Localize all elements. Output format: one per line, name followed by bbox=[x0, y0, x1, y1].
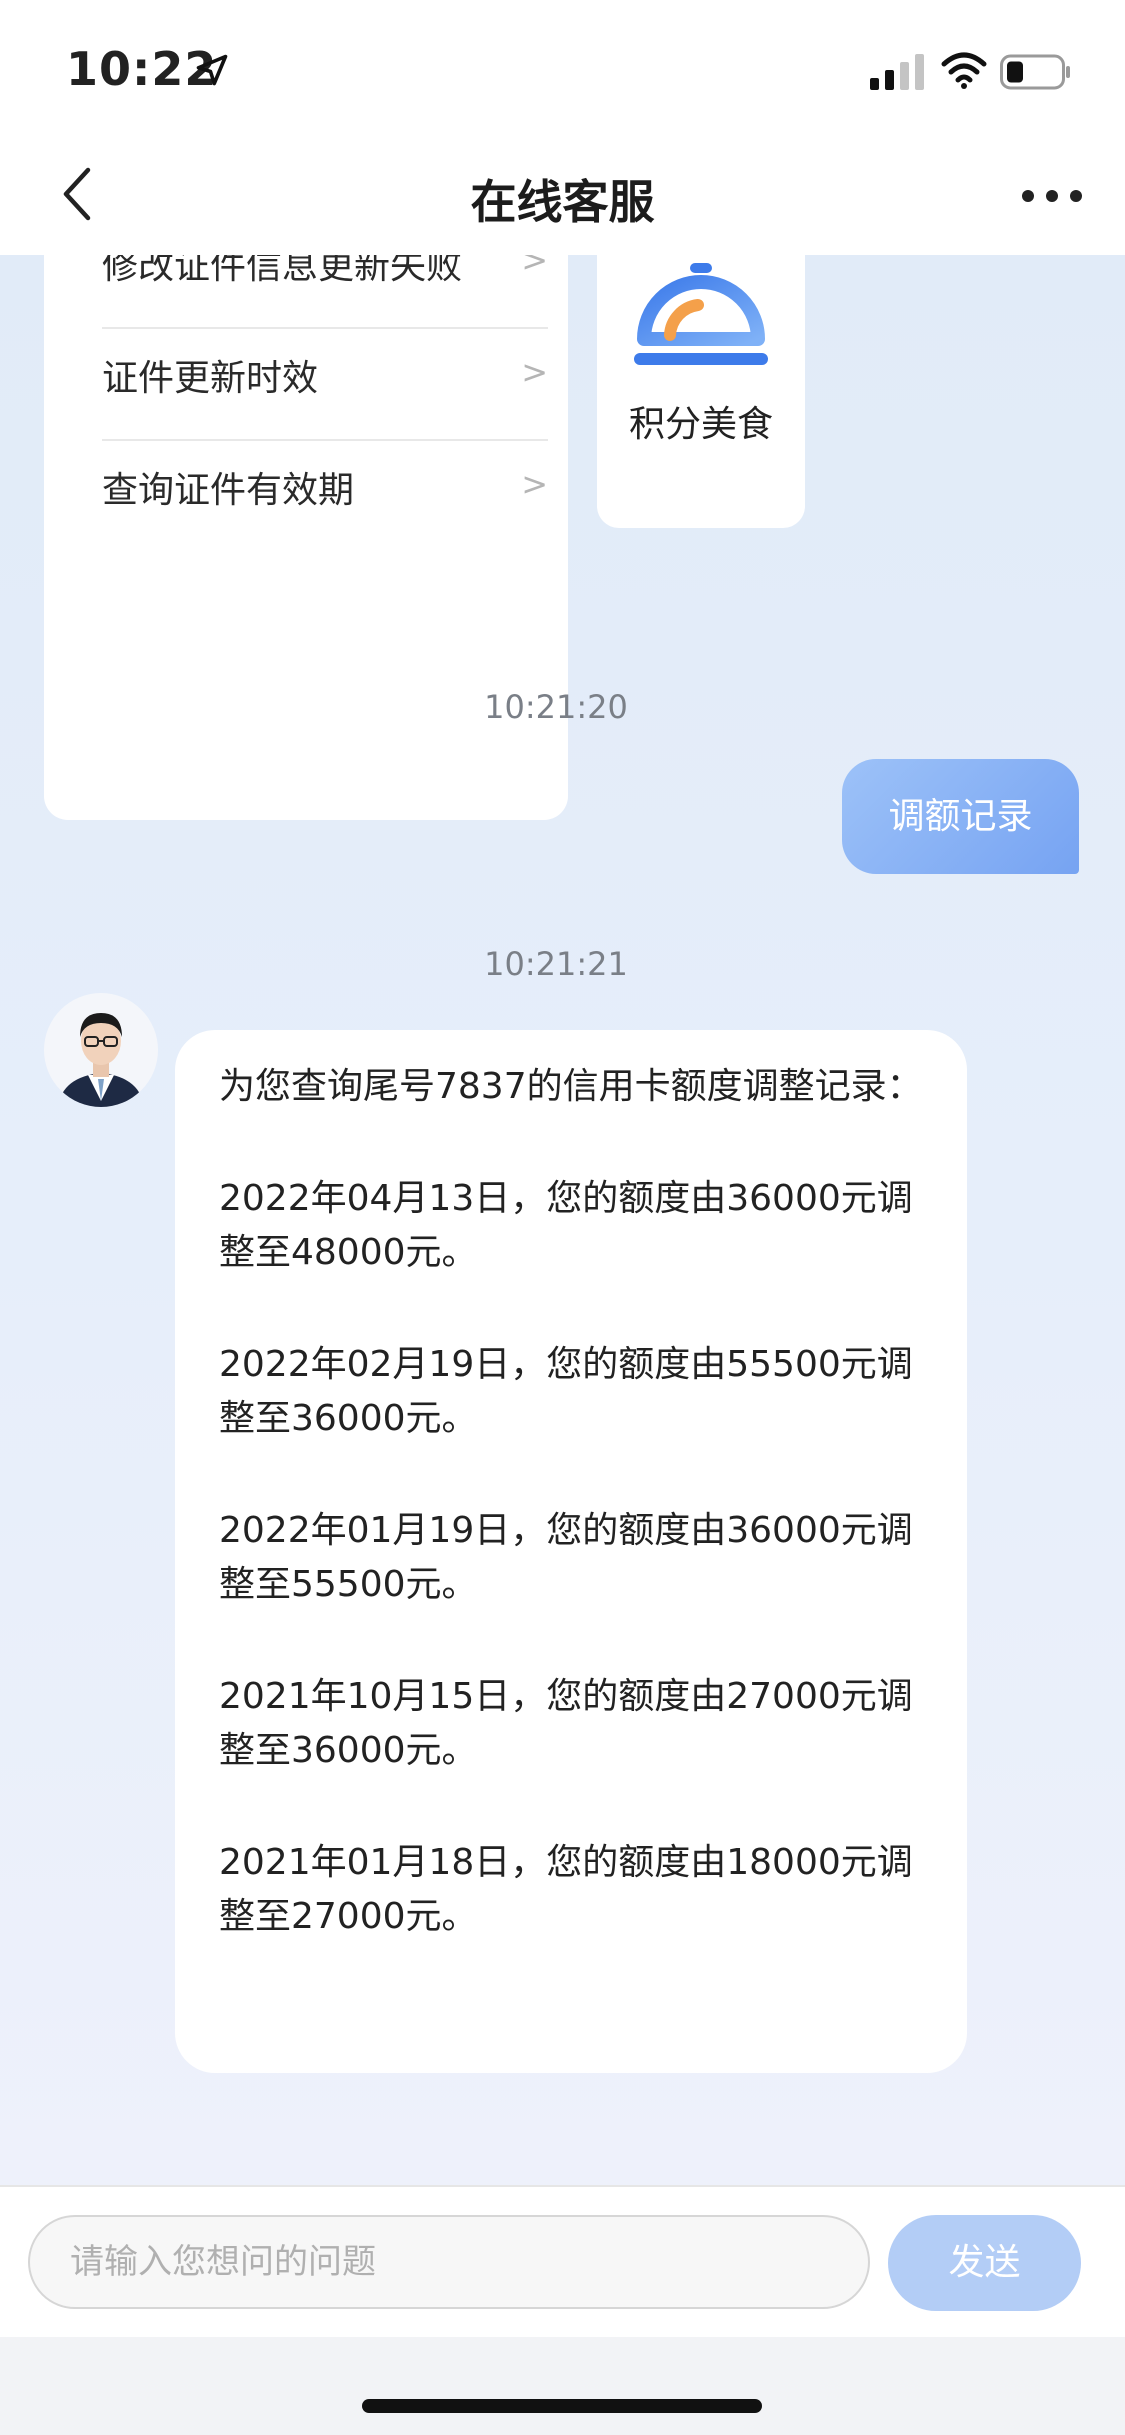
page-title: 在线客服 bbox=[470, 175, 655, 229]
user-message-bubble: 调额记录 bbox=[842, 759, 1079, 874]
points-food-label: 积分美食 bbox=[628, 404, 773, 445]
agent-avatar-icon bbox=[58, 1013, 144, 1107]
message-line: 2022年01月19日，您的额度由36000元调整至55500元。 bbox=[219, 1510, 913, 1605]
more-options-icon[interactable] bbox=[1020, 184, 1084, 208]
message-input[interactable] bbox=[28, 2215, 870, 2309]
food-cloche-icon bbox=[634, 263, 768, 365]
faq-item[interactable]: 修改证件信息更新失败 > bbox=[102, 255, 548, 329]
faq-item-label: 证件更新时效 bbox=[102, 358, 319, 399]
wifi-icon bbox=[941, 52, 987, 89]
agent-message-text: 为您查询尾号7837的信用卡额度调整记录： 2022年04月13日，您的额度由3… bbox=[219, 1060, 939, 2002]
faq-card: 修改证件信息更新失败 > 证件更新时效 > 查询证件有效期 > bbox=[44, 255, 568, 820]
send-button[interactable]: 发送 bbox=[888, 2215, 1081, 2311]
cellular-signal-icon bbox=[870, 54, 924, 90]
faq-item[interactable]: 证件更新时效 > bbox=[102, 327, 548, 441]
faq-item[interactable]: 查询证件有效期 > bbox=[102, 439, 548, 551]
status-bar: 10:22 bbox=[0, 0, 1125, 140]
home-indicator[interactable] bbox=[362, 2399, 762, 2413]
nav-bar: 在线客服 bbox=[0, 140, 1125, 255]
chevron-right-icon: > bbox=[521, 353, 548, 391]
agent-avatar bbox=[44, 993, 158, 1107]
message-timestamp: 10:21:20 bbox=[484, 688, 628, 726]
message-timestamp: 10:21:21 bbox=[484, 945, 628, 983]
battery-icon bbox=[1000, 54, 1070, 90]
message-line: 2021年10月15日，您的额度由27000元调整至36000元。 bbox=[219, 1676, 913, 1771]
message-line: 2021年01月18日，您的额度由18000元调整至27000元。 bbox=[219, 1842, 913, 1937]
location-arrow-icon bbox=[196, 54, 228, 86]
message-line: 2022年02月19日，您的额度由55500元调整至36000元。 bbox=[219, 1344, 913, 1439]
faq-item-label: 修改证件信息更新失败 bbox=[102, 255, 463, 287]
agent-message-bubble: 为您查询尾号7837的信用卡额度调整记录： 2022年04月13日，您的额度由3… bbox=[175, 1030, 967, 2073]
home-indicator-area bbox=[0, 2337, 1125, 2435]
chat-area[interactable]: 修改证件信息更新失败 > 证件更新时效 > 查询证件有效期 > 积分美食 10:… bbox=[0, 255, 1125, 2185]
message-line: 2022年04月13日，您的额度由36000元调整至48000元。 bbox=[219, 1178, 913, 1273]
points-food-card[interactable]: 积分美食 bbox=[597, 255, 805, 528]
chevron-right-icon: > bbox=[521, 255, 548, 279]
message-line: 为您查询尾号7837的信用卡额度调整记录： bbox=[219, 1066, 923, 1107]
input-bar: 发送 bbox=[0, 2185, 1125, 2339]
chevron-right-icon: > bbox=[521, 465, 548, 503]
faq-item-label: 查询证件有效期 bbox=[102, 470, 355, 511]
